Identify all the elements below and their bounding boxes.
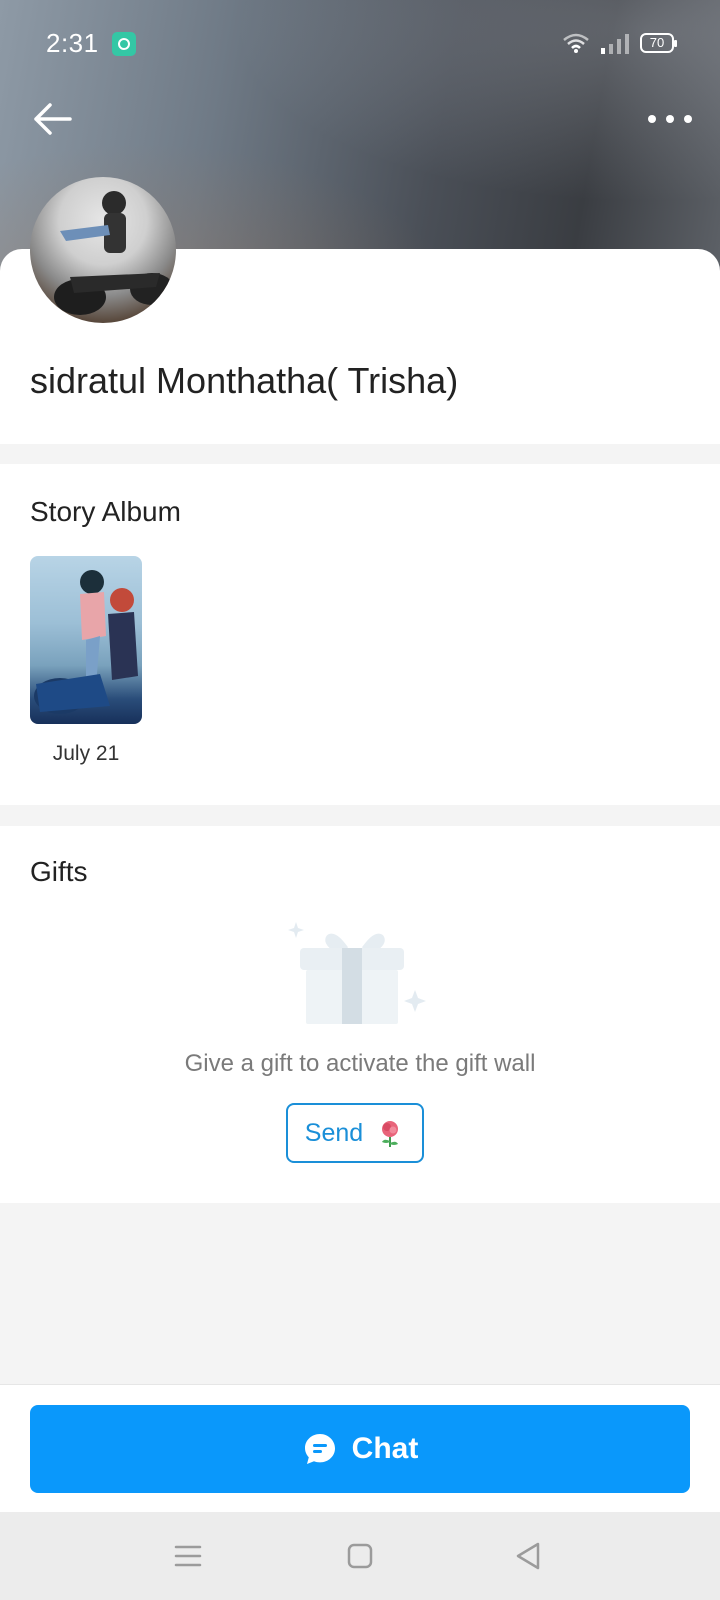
- chat-label: Chat: [351, 1432, 419, 1465]
- menu-icon: [174, 1545, 202, 1567]
- story-thumbnail-image: [34, 570, 138, 714]
- send-label: Send: [304, 1118, 364, 1147]
- story-album-item[interactable]: [30, 556, 142, 724]
- back-button[interactable]: [30, 96, 76, 142]
- more-horizontal-icon: [648, 115, 656, 123]
- wifi-icon: [563, 33, 589, 53]
- more-options-button[interactable]: [648, 104, 692, 134]
- gift-wall-hint: Give a gift to activate the gift wall: [184, 1050, 536, 1077]
- gifts-title: Gifts: [30, 856, 88, 887]
- story-album-item-date: July 21: [52, 742, 120, 765]
- app-notification-icon: [112, 32, 136, 56]
- chat-bubble-icon: [304, 1434, 335, 1464]
- chat-bar: Chat: [0, 1384, 720, 1512]
- profile-name: sidratul Monthatha( Trisha): [30, 360, 459, 401]
- recent-apps-button[interactable]: [166, 1534, 210, 1578]
- system-navigation-bar: [0, 1512, 720, 1600]
- avatar[interactable]: [30, 177, 176, 323]
- signal-icon: [601, 34, 629, 54]
- status-bar: 2:31 70: [0, 0, 720, 88]
- gift-box-icon: [288, 922, 426, 1024]
- send-gift-button[interactable]: Send: [286, 1103, 424, 1163]
- rose-icon: [382, 1121, 399, 1147]
- battery-icon: 70: [640, 33, 677, 53]
- back-triangle-icon: [516, 1542, 540, 1570]
- home-button[interactable]: [338, 1534, 382, 1578]
- chat-button[interactable]: Chat: [30, 1405, 690, 1493]
- story-album-title: Story Album: [30, 496, 181, 527]
- gifts-section: Gifts Give a gift to activate the gift w…: [0, 826, 720, 1203]
- status-indicators: 70: [562, 32, 677, 54]
- avatar-image: [54, 191, 174, 315]
- arrow-left-icon: [34, 103, 72, 135]
- home-square-icon: [347, 1543, 373, 1569]
- status-time: 2:31: [46, 28, 99, 58]
- system-back-button[interactable]: [506, 1534, 550, 1578]
- story-album-section: Story Album July 21: [0, 464, 720, 805]
